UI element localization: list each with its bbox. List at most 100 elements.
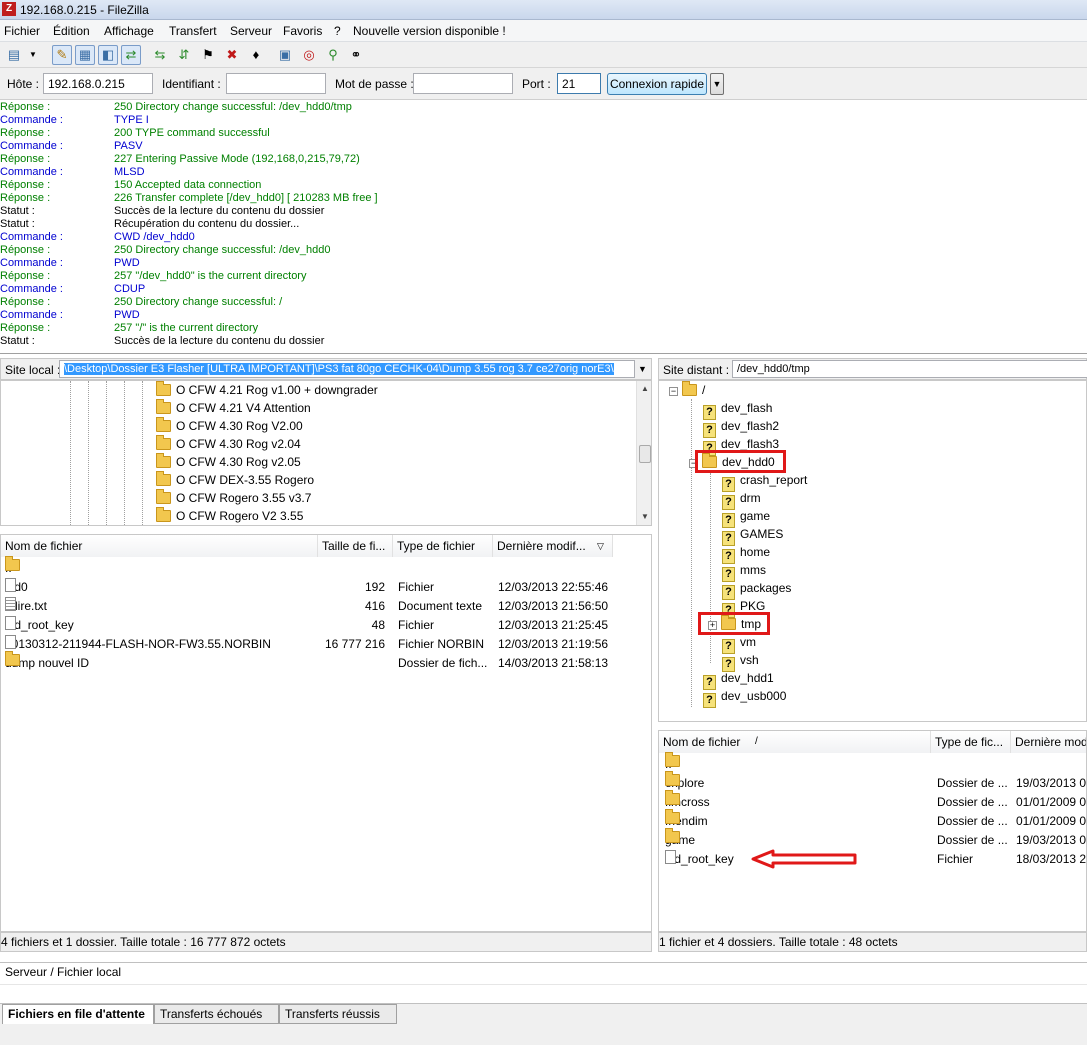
log-message: Succès de la lecture du contenu du dossi… xyxy=(114,335,325,347)
local-tree-item[interactable]: O CFW Rogero V2 3.55 xyxy=(156,507,303,525)
log-type: Commande : xyxy=(0,309,63,321)
password-input[interactable] xyxy=(413,73,513,94)
file-row[interactable]: .. xyxy=(1,556,651,578)
remote-tree-item[interactable]: ? vsh xyxy=(722,651,759,672)
toggle-queue-icon[interactable]: ⇄ xyxy=(121,45,141,65)
user-input[interactable] xyxy=(226,73,326,94)
remote-tree-item[interactable]: ? vm xyxy=(722,633,756,654)
tab-queued-files[interactable]: Fichiers en file d'attente xyxy=(2,1004,154,1024)
log-message: 257 "/dev_hdd0" is the current directory xyxy=(114,270,307,282)
remote-tree-label: GAMES xyxy=(740,527,784,541)
local-tree-item[interactable]: O CFW DEX-3.55 Rogero xyxy=(156,471,314,489)
local-tree-item[interactable]: O CFW 4.30 Rog V2.00 xyxy=(156,417,303,435)
remote-tree-item[interactable]: ? packages xyxy=(722,579,791,600)
remote-tree-item[interactable]: ? dev_hdd1 xyxy=(703,669,774,690)
message-log[interactable]: Réponse : 250 Directory change successful… xyxy=(0,100,1087,354)
remote-path-input[interactable]: /dev_hdd0/tmp xyxy=(732,360,1087,378)
file-row[interactable]: eid0 192 Fichier 12/03/2013 22:55:46 xyxy=(1,578,651,597)
file-row[interactable]: eid_root_key Fichier 18/03/2013 23 xyxy=(659,850,1086,869)
file-row[interactable]: game Dossier de ... 19/03/2013 00 xyxy=(659,828,1086,850)
menu-fichier[interactable]: Fichier xyxy=(4,24,40,38)
file-row[interactable]: .. xyxy=(659,752,1086,774)
file-row[interactable]: friendim Dossier de ... 01/01/2009 02 xyxy=(659,809,1086,831)
local-tree-item[interactable]: O CFW 4.21 Rog v1.00 + downgrader xyxy=(156,381,378,399)
local-col-type[interactable]: Type de fichier xyxy=(393,535,493,557)
local-tree-item[interactable]: O CFW 4.30 Rog v2.04 xyxy=(156,435,301,453)
file-row[interactable]: à lire.txt 416 Document texte 12/03/2013 21… xyxy=(1,597,651,616)
local-col-size[interactable]: Taille de fi... xyxy=(318,535,393,557)
tab-failed-transfers[interactable]: Transferts échoués xyxy=(154,1004,279,1024)
remote-tree-item[interactable]: ? GAMES xyxy=(722,525,784,546)
local-tree-item[interactable]: O CFW Rogero 3.55 v3.7 xyxy=(156,489,311,507)
host-input[interactable] xyxy=(43,73,153,94)
toggle-local-tree-icon[interactable]: ▦ xyxy=(75,45,95,65)
scroll-down-icon[interactable]: ▼ xyxy=(637,509,651,525)
log-type: Réponse : xyxy=(0,127,51,139)
tab-successful-transfers[interactable]: Transferts réussis xyxy=(279,1004,397,1024)
remote-col-date[interactable]: Dernière mod xyxy=(1011,731,1086,753)
remote-tree-item[interactable]: ? game xyxy=(722,507,770,528)
local-tree-item[interactable]: O CFW 4.30 Rog v2.05 xyxy=(156,453,301,471)
scroll-up-icon[interactable]: ▲ xyxy=(637,381,651,397)
local-col-name[interactable]: Nom de fichier xyxy=(1,535,318,557)
remote-tree-item[interactable]: − / xyxy=(669,381,705,399)
port-input[interactable] xyxy=(557,73,601,94)
file-size: 16 777 216 xyxy=(324,637,385,651)
menu-serveur[interactable]: Serveur xyxy=(230,24,272,38)
local-site-bar: Site local : \Desktop\Dossier E3 Flasher… xyxy=(0,358,652,380)
remote-col-name[interactable]: Nom de fichier / xyxy=(659,731,931,753)
remote-tree-label: drm xyxy=(740,491,761,505)
local-tree-scrollbar[interactable]: ▲ ▼ xyxy=(636,381,651,525)
menu-favoris[interactable]: Favoris xyxy=(283,24,322,38)
cancel-icon[interactable]: ⚑ xyxy=(198,45,218,65)
scroll-thumb[interactable] xyxy=(639,445,651,463)
dropdown-arrow-icon[interactable]: ▼ xyxy=(26,45,40,65)
remote-tree-label: dev_flash2 xyxy=(721,419,780,433)
sync-browse-icon[interactable]: ⚲ xyxy=(323,45,343,65)
log-message: 250 Directory change successful: /dev_hd… xyxy=(114,101,352,113)
remote-tree-item[interactable]: ? crash_report xyxy=(722,471,807,492)
menu-edition[interactable]: Édition xyxy=(53,24,90,38)
remote-tree-item[interactable]: ? drm xyxy=(722,489,761,510)
remote-col-type[interactable]: Type de fic... xyxy=(931,731,1011,753)
file-name-cell: eid_root_key xyxy=(5,616,74,635)
file-row[interactable]: dump nouvel ID Dossier de fich... 14/03/20… xyxy=(1,651,651,673)
local-tree-item[interactable]: O CFW 4.21 V4 Attention xyxy=(156,399,311,417)
refresh-icon[interactable]: ⇆ xyxy=(150,45,170,65)
site-manager-icon[interactable]: ▤ xyxy=(4,45,24,65)
menu-new-version[interactable]: Nouvelle version disponible ! xyxy=(353,24,506,38)
menu-help[interactable]: ? xyxy=(334,24,341,38)
file-row[interactable]: fimcross Dossier de ... 01/01/2009 02 xyxy=(659,790,1086,812)
file-name-cell: à lire.txt xyxy=(5,597,47,616)
log-message: Récupération du contenu du dossier... xyxy=(114,218,300,230)
remote-tree-item[interactable]: ? home xyxy=(722,543,770,564)
process-queue-icon[interactable]: ⇵ xyxy=(174,45,194,65)
local-path-dropdown-icon[interactable]: ▼ xyxy=(638,364,647,374)
collapse-icon[interactable]: − xyxy=(669,387,678,396)
file-row[interactable]: explore Dossier de ... 19/03/2013 00 xyxy=(659,771,1086,793)
toggle-log-icon[interactable]: ✎ xyxy=(52,45,72,65)
search-icon[interactable]: ⚭ xyxy=(346,45,366,65)
compare-icon[interactable]: ◎ xyxy=(299,45,319,65)
menu-affichage[interactable]: Affichage xyxy=(104,24,154,38)
menu-transfert[interactable]: Transfert xyxy=(169,24,217,38)
remote-tree-item[interactable]: ? dev_flash2 xyxy=(703,417,780,438)
local-col-date[interactable]: Dernière modif... ▽ xyxy=(493,535,613,557)
reconnect-icon[interactable]: ♦ xyxy=(246,45,266,65)
log-type: Commande : xyxy=(0,166,63,178)
file-row[interactable]: eid_root_key 48 Fichier 12/03/2013 21:25:45 xyxy=(1,616,651,635)
local-path-input[interactable]: \Desktop\Dossier E3 Flasher [ULTRA IMPOR… xyxy=(59,360,635,378)
file-name: 20130312-211944-FLASH-NOR-FW3.55.NORBIN xyxy=(5,637,271,651)
filter-icon[interactable]: ▣ xyxy=(275,45,295,65)
remote-tree-item[interactable]: ? mms xyxy=(722,561,766,582)
toggle-remote-tree-icon[interactable]: ◧ xyxy=(98,45,118,65)
remote-tree-label: dev_flash3 xyxy=(721,437,780,451)
disconnect-icon[interactable]: ✖ xyxy=(222,45,242,65)
file-row[interactable]: 20130312-211944-FLASH-NOR-FW3.55.NORBIN 1… xyxy=(1,635,651,654)
log-message: 250 Directory change successful: / xyxy=(114,296,283,308)
remote-tree-item[interactable]: ? dev_flash xyxy=(703,399,772,420)
title-bar: Z 192.168.0.215 - FileZilla xyxy=(0,0,1087,20)
quickconnect-button[interactable]: Connexion rapide xyxy=(607,73,707,95)
quickconnect-history-icon[interactable]: ▼ xyxy=(710,73,724,95)
remote-tree-item[interactable]: ? dev_usb000 xyxy=(703,687,786,708)
